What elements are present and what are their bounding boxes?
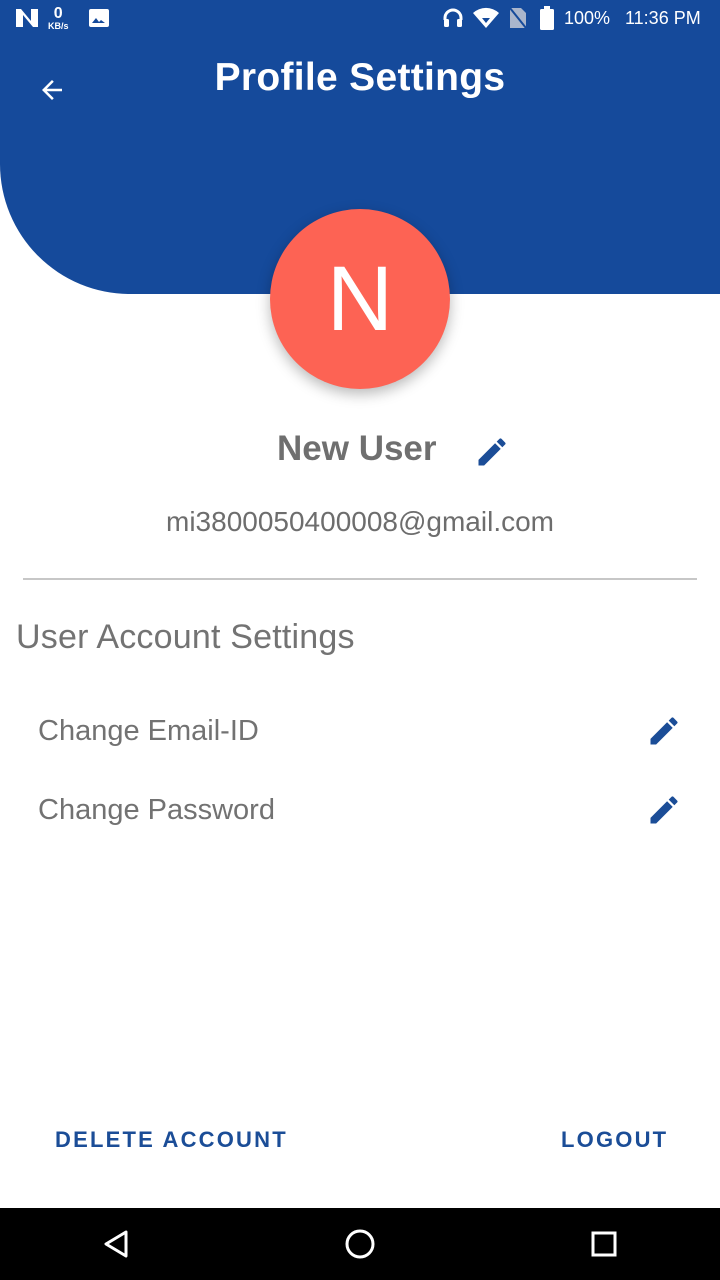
pencil-icon[interactable] (646, 792, 682, 828)
network-speed-value: 0 (53, 4, 63, 22)
network-speed-unit: KB/s (48, 20, 69, 31)
pencil-icon (478, 438, 506, 466)
change-email-row[interactable]: Change Email-ID (0, 696, 720, 766)
wifi-icon (472, 0, 500, 36)
pencil-icon[interactable] (646, 713, 682, 749)
battery-icon (540, 0, 554, 36)
n-notification-icon (14, 0, 40, 36)
change-email-label: Change Email-ID (38, 715, 259, 747)
headphones-icon (442, 0, 464, 36)
back-triangle-icon[interactable] (96, 1224, 136, 1264)
user-name: New User (277, 429, 437, 468)
network-speed: 0 KB/s (48, 0, 69, 36)
home-circle-icon[interactable] (340, 1224, 380, 1264)
image-icon (88, 0, 110, 36)
status-bar: 0 KB/s 100% 11:36 PM (0, 0, 720, 36)
navigation-bar (0, 1208, 720, 1280)
divider (23, 578, 697, 580)
recents-square-icon[interactable] (584, 1224, 624, 1264)
delete-account-button[interactable]: DELETE ACCOUNT (55, 1118, 288, 1162)
avatar-letter: N (326, 247, 394, 350)
logout-button[interactable]: LOGOUT (561, 1118, 668, 1162)
change-password-row[interactable]: Change Password (0, 775, 720, 845)
edit-name-button[interactable] (474, 434, 510, 470)
avatar: N (270, 209, 450, 389)
change-password-label: Change Password (38, 794, 275, 826)
page-title: Profile Settings (214, 56, 506, 99)
clock: 11:36 PM (625, 7, 701, 28)
battery-percentage: 100% (564, 7, 611, 28)
section-title: User Account Settings (16, 618, 355, 656)
user-email: mi3800050400008@gmail.com (166, 506, 554, 537)
no-sim-icon (508, 0, 528, 36)
